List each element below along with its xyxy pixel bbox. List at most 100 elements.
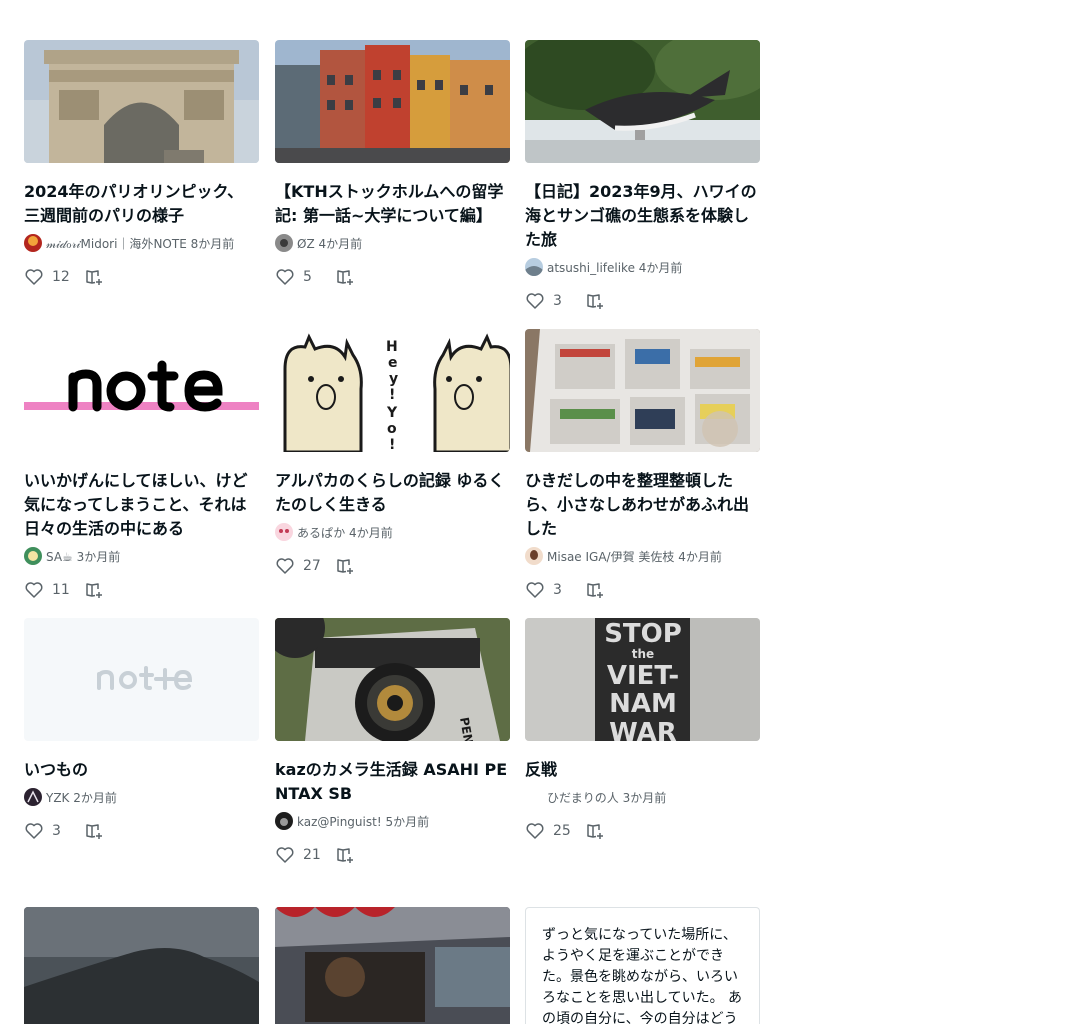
thumbnail-railway-museum[interactable] [275, 907, 510, 1024]
author-name: ØZ 4か月前 [297, 236, 363, 251]
article-author[interactable]: あるぱか 4か月前 [275, 523, 510, 541]
heart-icon [526, 582, 544, 598]
thumbnail-note-placeholder[interactable] [24, 618, 259, 741]
add-to-magazine-button[interactable] [585, 580, 605, 600]
thumbnail-note-logo[interactable] [24, 329, 259, 452]
add-to-magazine-button[interactable] [84, 821, 104, 841]
author-avatar [24, 788, 42, 806]
add-to-magazine-button[interactable] [585, 291, 605, 311]
article-actions: 5 [275, 268, 510, 286]
article-author[interactable]: SA☕ 3か月前 [24, 547, 259, 565]
article-card[interactable]: STOP the VIET- NAM WAR 反戦 ひだまりの人 3か月前 25 [525, 618, 760, 840]
article-title[interactable]: いいかげんにしてほしい、けど気になってしまうこと、それは日々の生活の中にある [24, 469, 259, 541]
like-button[interactable]: 5 [275, 267, 325, 287]
author-name: YZK 2か月前 [46, 790, 117, 805]
add-to-magazine-button[interactable] [335, 845, 355, 865]
like-button[interactable]: 3 [525, 580, 575, 600]
add-to-magazine-button[interactable] [84, 267, 104, 287]
author-avatar [275, 234, 293, 252]
article-actions: 3 [525, 292, 760, 310]
author-name: kaz@Pinguist! 5か月前 [297, 814, 430, 829]
article-author[interactable]: atsushi_lifelike 4か月前 [525, 258, 760, 276]
article-card[interactable]: PENTAX kazのカメラ生活録 ASAHI PENTAX SB kaz@Pi… [275, 618, 510, 864]
author-name: atsushi_lifelike 4か月前 [547, 260, 683, 275]
article-author[interactable]: 𝓂𝒾𝒹ℴ𝓇𝒾Midori｜海外NOTE 8か月前 [24, 234, 259, 252]
add-to-magazine-button[interactable] [585, 821, 605, 841]
magazine-add-icon [86, 270, 102, 285]
magazine-add-icon [587, 824, 603, 839]
like-count: 3 [553, 582, 562, 598]
author-avatar [275, 523, 293, 541]
article-card[interactable]: いいかげんにしてほしい、けど気になってしまうこと、それは日々の生活の中にある S… [24, 329, 259, 599]
like-count: 21 [303, 847, 321, 863]
article-title[interactable]: 【日記】2023年9月、ハワイの海とサンゴ礁の生態系を体験した旅 [525, 180, 760, 252]
article-card[interactable]: 2024年のパリオリンピック、三週間前のパリの様子 𝓂𝒾𝒹ℴ𝓇𝒾Midori｜海… [24, 40, 259, 286]
article-card[interactable]: 【KTHストックホルムへの留学記: 第一話~大学について編】 ØZ 4か月前 5 [275, 40, 510, 286]
heart-icon [25, 269, 43, 285]
magazine-add-icon [337, 559, 353, 574]
author-name: あるぱか 4か月前 [297, 525, 393, 540]
article-card[interactable] [275, 907, 510, 1024]
author-name: SA☕ 3か月前 [46, 549, 121, 564]
author-avatar [525, 258, 543, 276]
article-author[interactable]: ØZ 4か月前 [275, 234, 510, 252]
thumbnail-drawer-organizer[interactable] [525, 329, 760, 452]
add-to-magazine-button[interactable] [335, 267, 355, 287]
article-title[interactable]: 2024年のパリオリンピック、三週間前のパリの様子 [24, 180, 259, 228]
svg-text:!: ! [389, 387, 395, 403]
svg-text:STOP: STOP [604, 619, 682, 649]
article-author[interactable]: kaz@Pinguist! 5か月前 [275, 812, 510, 830]
magazine-add-icon [587, 583, 603, 598]
article-excerpt[interactable]: ずっと気になっていた場所に、ようやく足を運ぶことができた。景色を眺めながら、いろ… [525, 907, 760, 1024]
text-article-card[interactable]: ずっと気になっていた場所に、ようやく足を運ぶことができた。景色を眺めながら、いろ… [525, 907, 760, 1024]
like-button[interactable]: 3 [24, 821, 74, 841]
article-card[interactable] [24, 907, 259, 1024]
article-card[interactable]: Hey ! Yo! アルパカのくらしの記録 ゆるくたのしく生きる あるぱか 4か月… [275, 329, 510, 575]
article-card[interactable]: いつもの YZK 2か月前 3 [24, 618, 259, 840]
heart-icon [276, 558, 294, 574]
svg-text:WAR: WAR [609, 718, 677, 741]
like-count: 11 [52, 582, 70, 598]
author-avatar [24, 234, 42, 252]
author-avatar [525, 547, 543, 565]
thumbnail-alpaca-illustration[interactable]: Hey ! Yo! [275, 329, 510, 452]
add-to-magazine-button[interactable] [335, 556, 355, 576]
svg-text:the: the [632, 647, 654, 661]
magazine-add-icon [86, 824, 102, 839]
article-actions: 12 [24, 268, 259, 286]
svg-text:y: y [389, 371, 398, 387]
like-button[interactable]: 11 [24, 580, 74, 600]
article-author[interactable]: Misae IGA/伊賀 美佐枝 4か月前 [525, 547, 760, 565]
like-button[interactable]: 3 [525, 291, 575, 311]
thumbnail-stop-the-vietnam-war[interactable]: STOP the VIET- NAM WAR [525, 618, 760, 741]
article-title[interactable]: kazのカメラ生活録 ASAHI PENTAX SB [275, 758, 510, 806]
article-title[interactable]: アルパカのくらしの記録 ゆるくたのしく生きる [275, 469, 510, 517]
thumbnail-misty-mountain[interactable] [24, 907, 259, 1024]
article-title[interactable]: 反戦 [525, 758, 760, 782]
article-title[interactable]: ひきだしの中を整理整頓したら、小さなしあわせがあふれ出した [525, 469, 760, 541]
svg-text:o: o [387, 421, 397, 437]
magazine-add-icon [86, 583, 102, 598]
like-button[interactable]: 21 [275, 845, 325, 865]
article-card[interactable]: ひきだしの中を整理整頓したら、小さなしあわせがあふれ出した Misae IGA/… [525, 329, 760, 599]
like-count: 3 [52, 823, 61, 839]
heart-icon [526, 293, 544, 309]
thumbnail-pentax-camera[interactable]: PENTAX [275, 618, 510, 741]
article-card[interactable]: 【日記】2023年9月、ハワイの海とサンゴ礁の生態系を体験した旅 atsushi… [525, 40, 760, 310]
thumbnail-whale-sculpture[interactable] [525, 40, 760, 163]
like-button[interactable]: 12 [24, 267, 74, 287]
heart-icon [526, 823, 544, 839]
like-button[interactable]: 27 [275, 556, 325, 576]
heart-icon [276, 269, 294, 285]
heart-icon [25, 823, 43, 839]
article-title[interactable]: 【KTHストックホルムへの留学記: 第一話~大学について編】 [275, 180, 510, 228]
magazine-add-icon [337, 270, 353, 285]
thumbnail-stockholm-houses[interactable] [275, 40, 510, 163]
thumbnail-arc-de-triomphe[interactable] [24, 40, 259, 163]
add-to-magazine-button[interactable] [84, 580, 104, 600]
like-button[interactable]: 25 [525, 821, 575, 841]
article-author[interactable]: ひだまりの人 3か月前 [525, 788, 760, 806]
article-author[interactable]: YZK 2か月前 [24, 788, 259, 806]
svg-text:!: ! [389, 437, 395, 452]
article-title[interactable]: いつもの [24, 758, 259, 782]
